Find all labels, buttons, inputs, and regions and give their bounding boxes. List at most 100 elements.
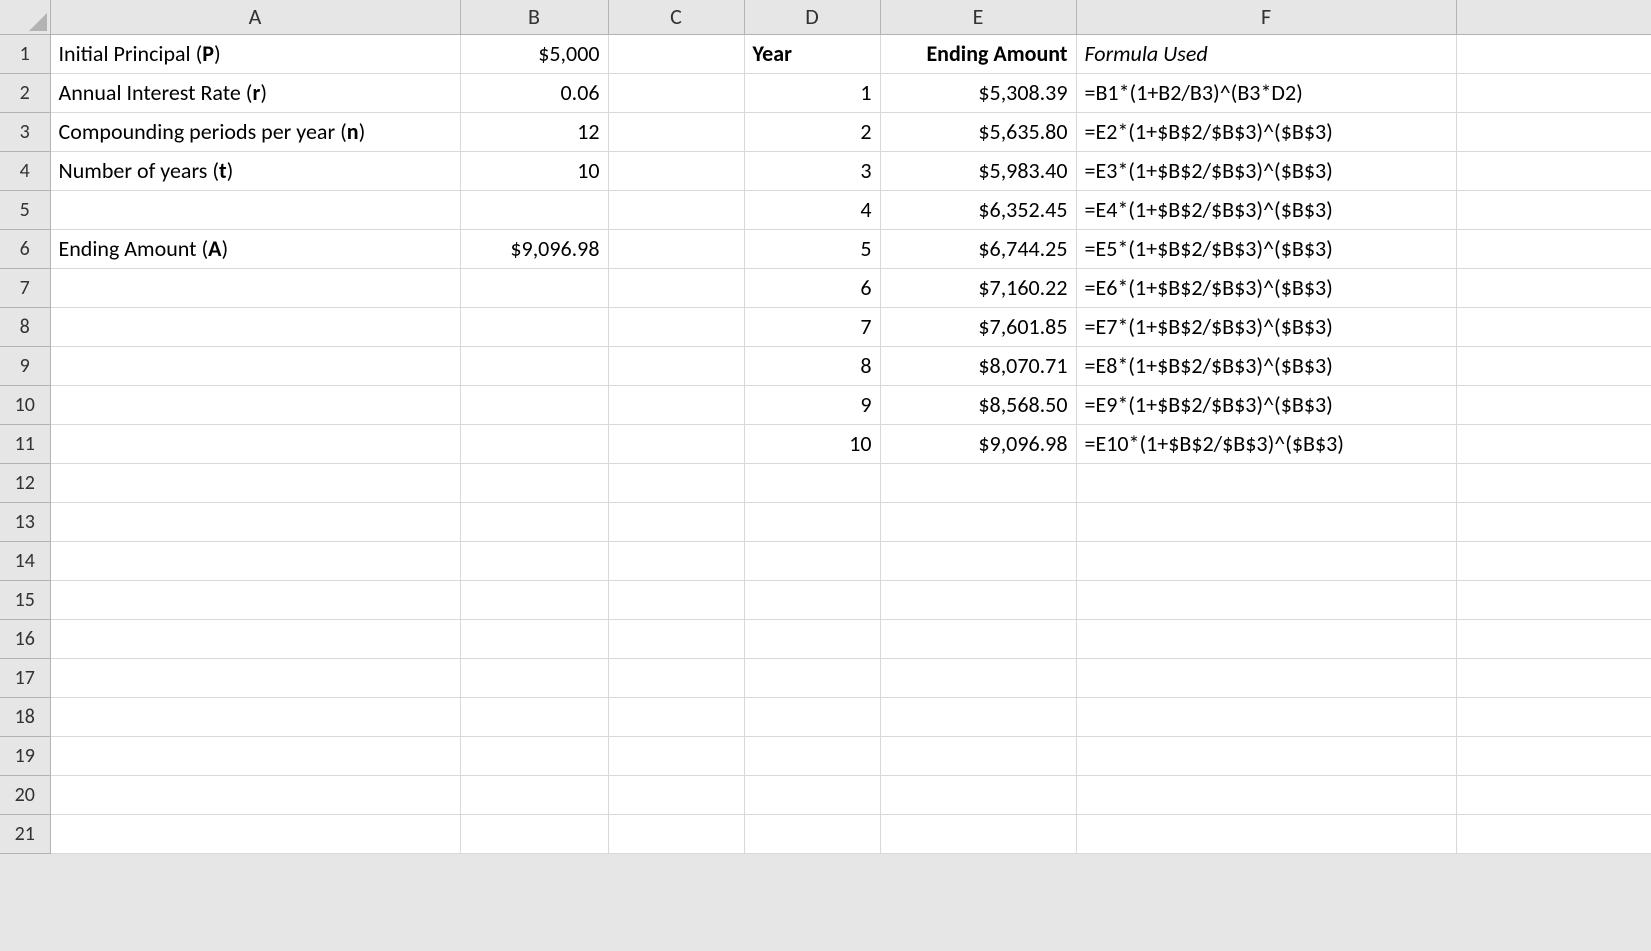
cell-C11[interactable] xyxy=(608,424,744,463)
col-header-E[interactable]: E xyxy=(880,0,1076,34)
cell-D6[interactable]: 5 xyxy=(744,229,880,268)
cell-B15[interactable] xyxy=(460,580,608,619)
cell-E5[interactable]: $6,352.45 xyxy=(880,190,1076,229)
cell-A4[interactable]: Number of years (t) xyxy=(50,151,460,190)
row-header-18[interactable]: 18 xyxy=(0,697,50,736)
row-header-15[interactable]: 15 xyxy=(0,580,50,619)
cell-E11[interactable]: $9,096.98 xyxy=(880,424,1076,463)
cell-B16[interactable] xyxy=(460,619,608,658)
cell-A16[interactable] xyxy=(50,619,460,658)
cell-F19[interactable] xyxy=(1076,736,1456,775)
cell-F6[interactable]: =E5*(1+$B$2/$B$3)^($B$3) xyxy=(1076,229,1456,268)
cell-A9[interactable] xyxy=(50,346,460,385)
cell-D19[interactable] xyxy=(744,736,880,775)
col-header-D[interactable]: D xyxy=(744,0,880,34)
row-header-7[interactable]: 7 xyxy=(0,268,50,307)
cell-B6[interactable]: $9,096.98 xyxy=(460,229,608,268)
cell-E18[interactable] xyxy=(880,697,1076,736)
row-header-20[interactable]: 20 xyxy=(0,775,50,814)
cell-E19[interactable] xyxy=(880,736,1076,775)
cell-A19[interactable] xyxy=(50,736,460,775)
row-header-3[interactable]: 3 xyxy=(0,112,50,151)
cell-B5[interactable] xyxy=(460,190,608,229)
cell-C6[interactable] xyxy=(608,229,744,268)
cell-A6[interactable]: Ending Amount (A) xyxy=(50,229,460,268)
cell-G9[interactable] xyxy=(1456,346,1651,385)
cell-E15[interactable] xyxy=(880,580,1076,619)
cell-C4[interactable] xyxy=(608,151,744,190)
cell-G3[interactable] xyxy=(1456,112,1651,151)
cell-C10[interactable] xyxy=(608,385,744,424)
cell-B2[interactable]: 0.06 xyxy=(460,73,608,112)
cell-G21[interactable] xyxy=(1456,814,1651,853)
cell-B21[interactable] xyxy=(460,814,608,853)
row-header-8[interactable]: 8 xyxy=(0,307,50,346)
cell-G16[interactable] xyxy=(1456,619,1651,658)
cell-G20[interactable] xyxy=(1456,775,1651,814)
cell-F16[interactable] xyxy=(1076,619,1456,658)
cell-C12[interactable] xyxy=(608,463,744,502)
cell-E4[interactable]: $5,983.40 xyxy=(880,151,1076,190)
cell-E3[interactable]: $5,635.80 xyxy=(880,112,1076,151)
cell-C13[interactable] xyxy=(608,502,744,541)
row-header-1[interactable]: 1 xyxy=(0,34,50,73)
cell-E20[interactable] xyxy=(880,775,1076,814)
cell-G15[interactable] xyxy=(1456,580,1651,619)
cell-A17[interactable] xyxy=(50,658,460,697)
row-header-6[interactable]: 6 xyxy=(0,229,50,268)
cell-A10[interactable] xyxy=(50,385,460,424)
row-header-19[interactable]: 19 xyxy=(0,736,50,775)
cell-D8[interactable]: 7 xyxy=(744,307,880,346)
cell-G4[interactable] xyxy=(1456,151,1651,190)
cell-B18[interactable] xyxy=(460,697,608,736)
cell-F13[interactable] xyxy=(1076,502,1456,541)
cell-F17[interactable] xyxy=(1076,658,1456,697)
cell-E13[interactable] xyxy=(880,502,1076,541)
cell-B1[interactable]: $5,000 xyxy=(460,34,608,73)
cell-E2[interactable]: $5,308.39 xyxy=(880,73,1076,112)
cell-D16[interactable] xyxy=(744,619,880,658)
cell-C9[interactable] xyxy=(608,346,744,385)
cell-A1[interactable]: Initial Principal (P) xyxy=(50,34,460,73)
cell-F14[interactable] xyxy=(1076,541,1456,580)
cell-D7[interactable]: 6 xyxy=(744,268,880,307)
cell-G7[interactable] xyxy=(1456,268,1651,307)
cell-B3[interactable]: 12 xyxy=(460,112,608,151)
cell-G14[interactable] xyxy=(1456,541,1651,580)
cell-D1[interactable]: Year xyxy=(744,34,880,73)
cell-D4[interactable]: 3 xyxy=(744,151,880,190)
cell-F12[interactable] xyxy=(1076,463,1456,502)
cell-C3[interactable] xyxy=(608,112,744,151)
cell-C21[interactable] xyxy=(608,814,744,853)
row-header-10[interactable]: 10 xyxy=(0,385,50,424)
cell-C15[interactable] xyxy=(608,580,744,619)
cell-A20[interactable] xyxy=(50,775,460,814)
cell-G13[interactable] xyxy=(1456,502,1651,541)
cell-B11[interactable] xyxy=(460,424,608,463)
cell-B4[interactable]: 10 xyxy=(460,151,608,190)
cell-G2[interactable] xyxy=(1456,73,1651,112)
row-header-2[interactable]: 2 xyxy=(0,73,50,112)
cell-G1[interactable] xyxy=(1456,34,1651,73)
cell-E21[interactable] xyxy=(880,814,1076,853)
cell-B13[interactable] xyxy=(460,502,608,541)
cell-A11[interactable] xyxy=(50,424,460,463)
cell-C2[interactable] xyxy=(608,73,744,112)
cell-D11[interactable]: 10 xyxy=(744,424,880,463)
cell-F21[interactable] xyxy=(1076,814,1456,853)
cell-A15[interactable] xyxy=(50,580,460,619)
cell-G10[interactable] xyxy=(1456,385,1651,424)
cell-B9[interactable] xyxy=(460,346,608,385)
cell-C19[interactable] xyxy=(608,736,744,775)
cell-G6[interactable] xyxy=(1456,229,1651,268)
row-header-17[interactable]: 17 xyxy=(0,658,50,697)
cell-C18[interactable] xyxy=(608,697,744,736)
cell-B20[interactable] xyxy=(460,775,608,814)
cell-B14[interactable] xyxy=(460,541,608,580)
cell-D14[interactable] xyxy=(744,541,880,580)
select-all-corner[interactable] xyxy=(0,0,50,34)
cell-D3[interactable]: 2 xyxy=(744,112,880,151)
cell-F18[interactable] xyxy=(1076,697,1456,736)
cell-D18[interactable] xyxy=(744,697,880,736)
cell-G5[interactable] xyxy=(1456,190,1651,229)
